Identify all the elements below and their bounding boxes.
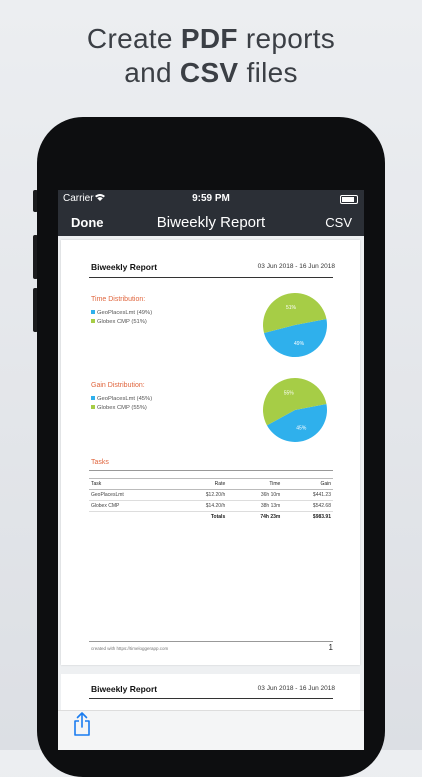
gain-legend-item-globex: Globex CMP (55%) <box>91 405 147 411</box>
legend-swatch <box>91 319 95 324</box>
report-dates: 03 Jun 2018 - 16 Jun 2018 <box>257 263 335 270</box>
page2-divider <box>89 698 333 699</box>
gain-pie-slice-label-1: 55% <box>284 391 295 397</box>
totals-row: Totals 74h 23m $983.91 <box>89 512 333 523</box>
share-icon[interactable] <box>72 711 92 742</box>
battery-icon <box>340 195 358 204</box>
totals-time: 74h 23m <box>260 514 281 520</box>
gain-distribution-label: Gain Distribution: <box>91 382 145 389</box>
headline-line-1: Create PDF reports <box>86 23 336 54</box>
report-title: Biweekly Report <box>91 262 158 272</box>
marketing-headline: Create PDF reports and CSV files <box>0 22 422 90</box>
task-time: 36h 10m <box>227 489 283 501</box>
totals-blank <box>89 512 173 523</box>
header-time: Time <box>227 478 283 490</box>
page-number: 1 <box>328 643 333 652</box>
report-page-1[interactable]: Biweekly Report 03 Jun 2018 - 16 Jun 201… <box>61 240 360 665</box>
legend-swatch <box>91 405 95 410</box>
time-distribution-pie: 49% 51% <box>262 292 327 357</box>
gain-pie-slice-label-0: 45% <box>296 425 307 431</box>
nav-title: Biweekly Report <box>156 214 266 231</box>
task-time: 38h 13m <box>227 500 283 512</box>
header-gain: Gain <box>282 478 333 490</box>
tasks-header-row: Task Rate Time Gain <box>89 478 333 490</box>
tasks-divider <box>89 470 333 471</box>
status-time: 9:59 PM <box>192 193 230 204</box>
gain-distribution-pie: 45% 55% <box>263 378 327 442</box>
navigation-bar: Done Biweekly Report CSV <box>58 208 364 236</box>
task-rate: $12.20/h <box>173 489 228 501</box>
table-row: GeoPlacesLmt $12.20/h 36h 10m $441.23 <box>89 489 333 501</box>
bottom-toolbar <box>58 710 364 750</box>
task-gain: $441.23 <box>282 489 333 501</box>
title-divider <box>89 277 333 278</box>
legend-swatch <box>91 310 95 315</box>
header-rate: Rate <box>173 478 228 490</box>
time-pie-slice-label-0: 49% <box>294 341 305 347</box>
report-footer: created with https://timeloggerapp.com <box>91 646 169 651</box>
phone-screen: Carrier 9:59 PM Done Biweekly Report CSV… <box>58 190 364 750</box>
footer-divider <box>89 641 333 642</box>
header-task: Task <box>89 478 174 490</box>
page2-dates: 03 Jun 2018 - 16 Jun 2018 <box>257 685 335 692</box>
legend-swatch <box>91 396 95 401</box>
headline-line-2: and CSV files <box>124 57 298 88</box>
totals-gain: $983.91 <box>312 514 331 520</box>
tasks-label: Tasks <box>91 459 109 466</box>
task-name: GeoPlacesLmt <box>89 489 174 501</box>
gain-legend-item-geoplaces: GeoPlacesLmt (45%) <box>91 396 152 402</box>
time-pie-slice-label-1: 51% <box>286 305 297 311</box>
task-name: Globex CMP <box>89 500 174 512</box>
time-legend-item-globex: Globex CMP (51%) <box>91 319 147 325</box>
task-rate: $14.20/h <box>173 500 228 512</box>
totals-label: Totals <box>210 514 226 520</box>
time-legend-item-geoplaces: GeoPlacesLmt (49%) <box>91 310 152 316</box>
table-row: Globex CMP $14.20/h 38h 13m $542.68 <box>89 500 333 512</box>
tasks-table: Task Rate Time Gain GeoPlacesLmt $12.20/… <box>89 478 333 522</box>
status-bar: Carrier 9:59 PM <box>58 190 364 208</box>
page2-title: Biweekly Report <box>91 684 158 694</box>
csv-button[interactable]: CSV <box>325 215 352 230</box>
time-distribution-label: Time Distribution: <box>91 296 146 303</box>
task-gain: $542.68 <box>282 500 333 512</box>
